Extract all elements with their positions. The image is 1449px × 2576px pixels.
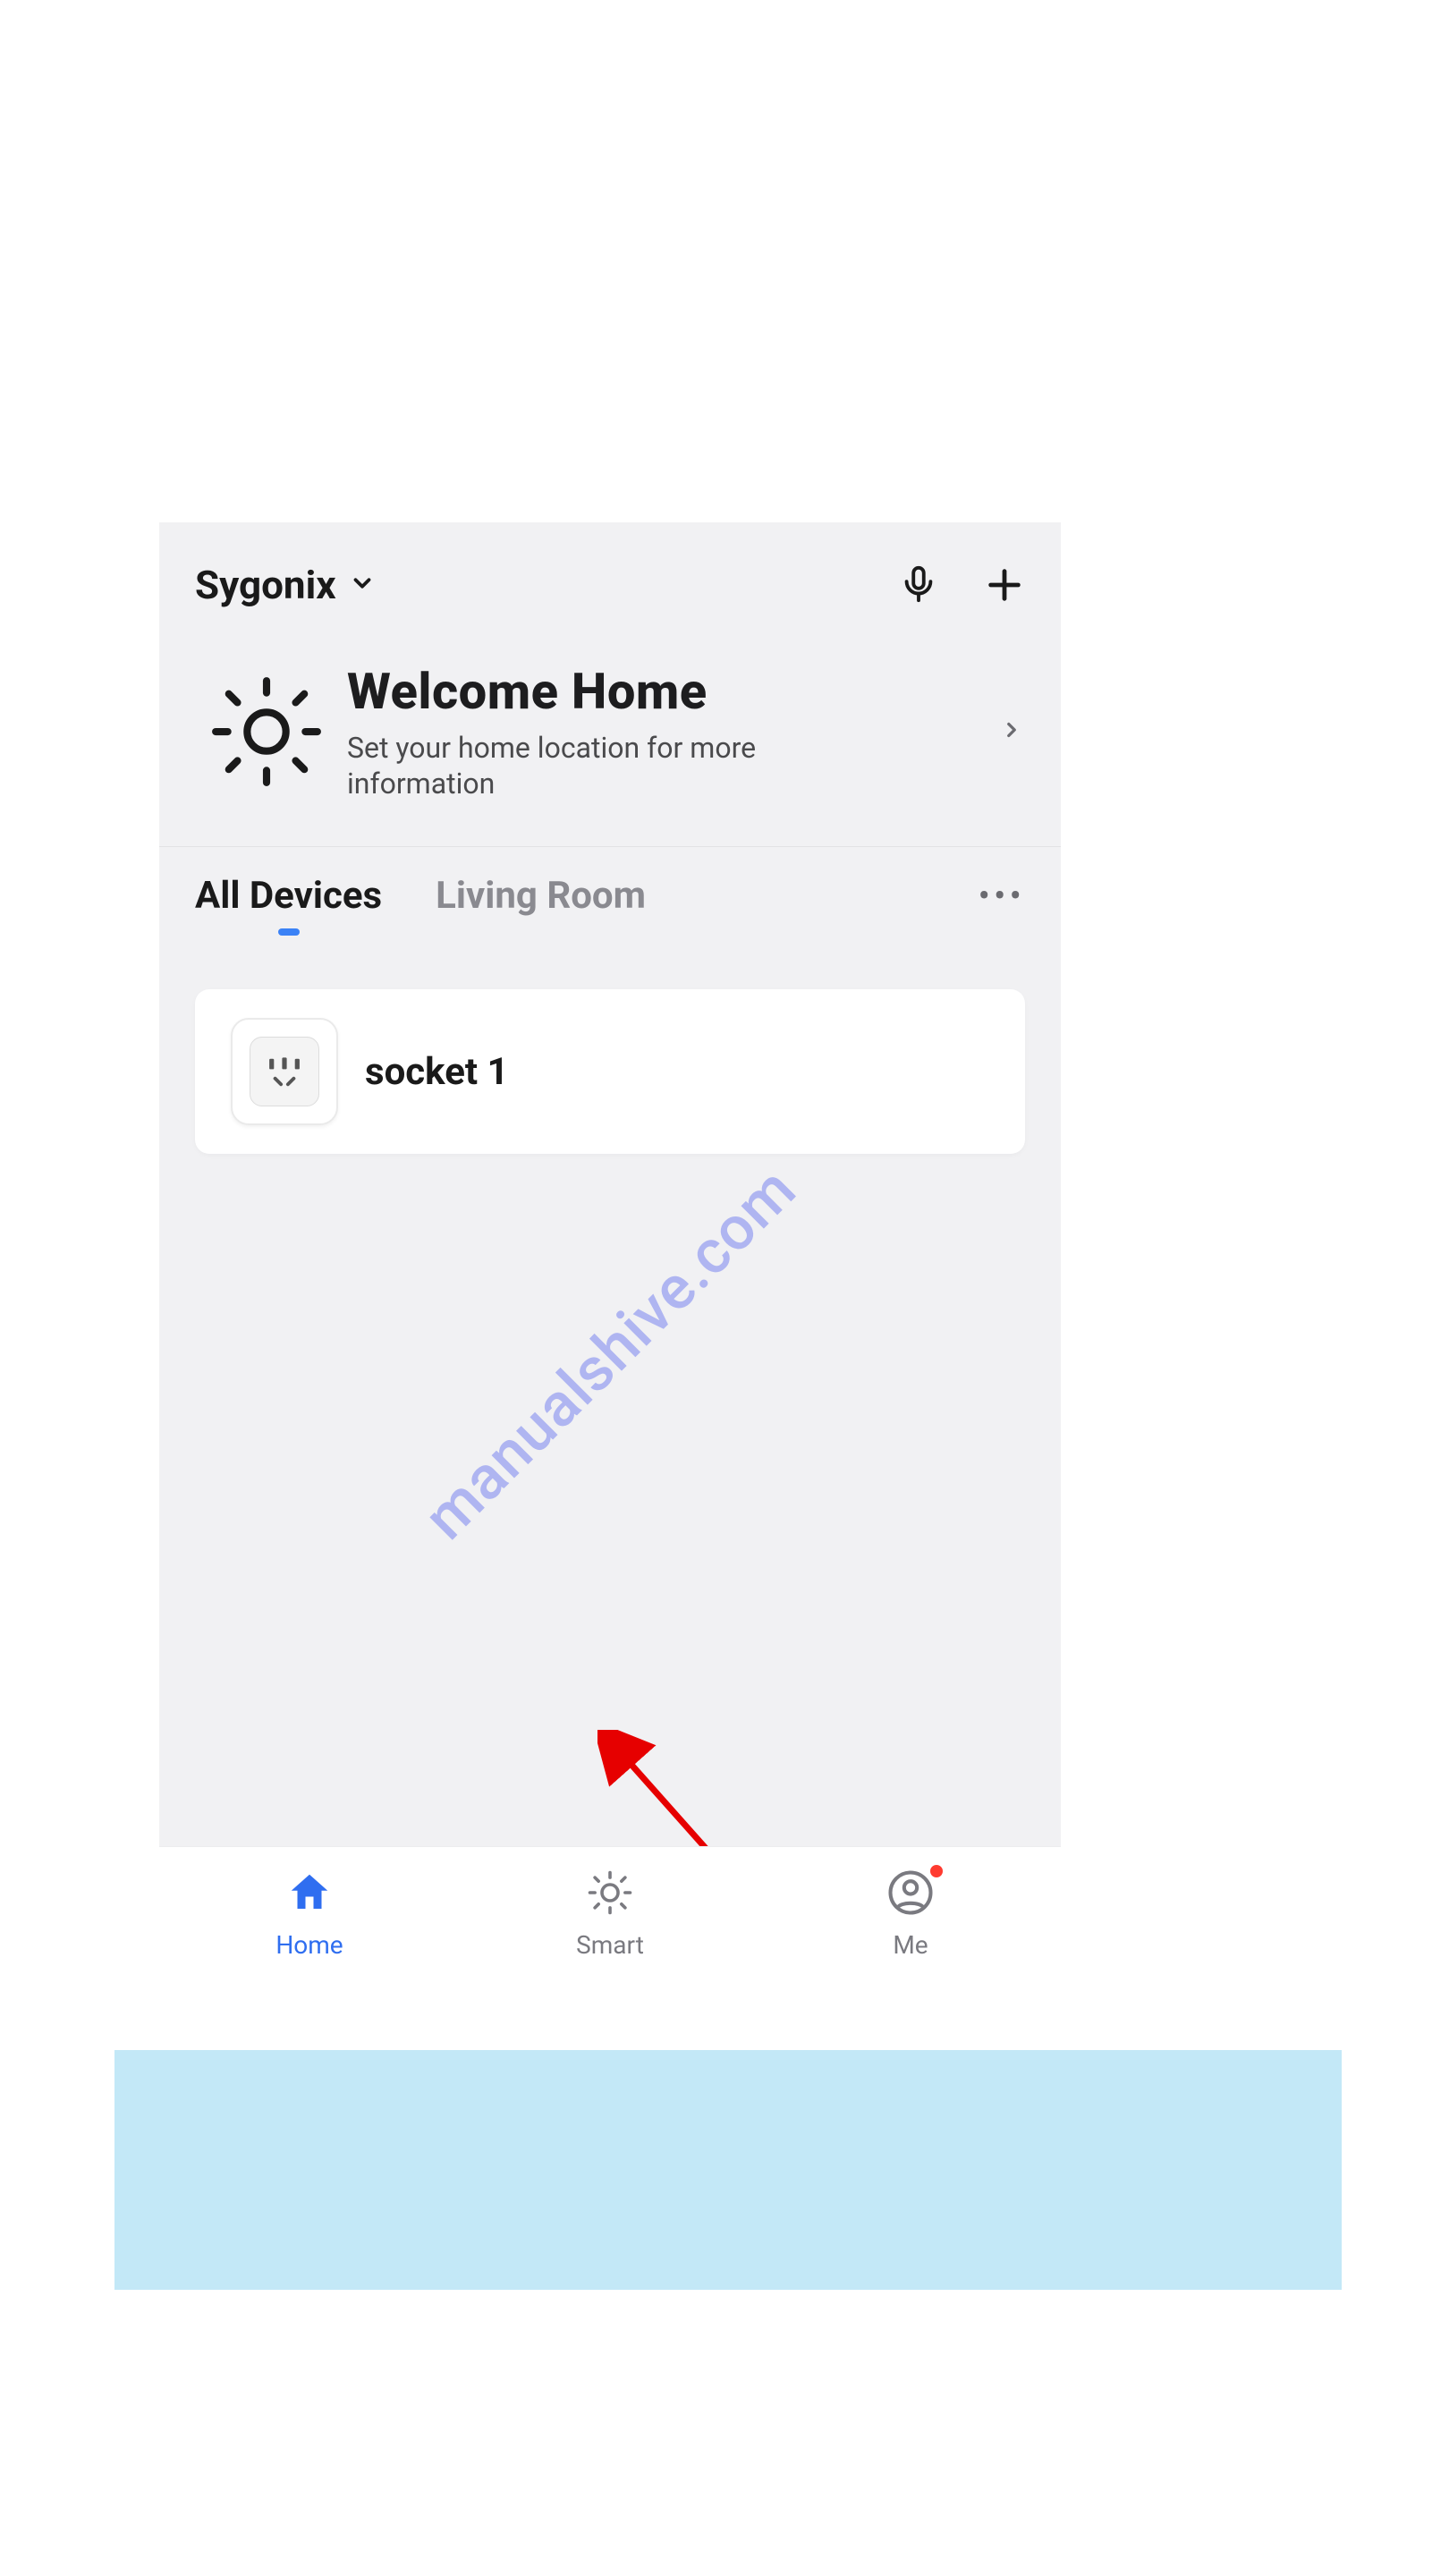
nav-me[interactable]: Me <box>760 1847 1061 1980</box>
device-icon-box <box>231 1018 338 1125</box>
nav-home-label: Home <box>275 1930 343 1960</box>
welcome-subtitle: Set your home location for more informat… <box>347 730 812 801</box>
tab-all-devices[interactable]: All Devices <box>195 874 382 918</box>
home-icon <box>285 1868 334 1923</box>
profile-icon <box>886 1868 935 1923</box>
room-tabs: All Devices Living Room ••• <box>159 847 1061 927</box>
ad-banner-placeholder <box>114 2050 1342 2290</box>
notification-badge-icon <box>928 1863 945 1879</box>
tab-living-room[interactable]: Living Room <box>436 874 646 918</box>
page-root: Sygonix <box>0 0 1449 2576</box>
smart-sun-icon <box>586 1868 634 1923</box>
nav-home[interactable]: Home <box>159 1847 460 1980</box>
chevron-right-icon <box>1000 718 1023 745</box>
nav-smart[interactable]: Smart <box>460 1847 760 1980</box>
top-bar: Sygonix <box>159 522 1061 635</box>
welcome-title: Welcome Home <box>347 662 991 721</box>
chevron-down-icon[interactable] <box>349 570 376 600</box>
device-card-socket-1[interactable]: socket 1 <box>195 989 1025 1154</box>
microphone-icon[interactable] <box>898 564 939 606</box>
phone-frame: Sygonix <box>159 522 1061 1980</box>
more-rooms-icon[interactable]: ••• <box>979 875 1026 917</box>
sun-icon <box>195 674 338 790</box>
add-icon[interactable] <box>984 564 1025 606</box>
socket-icon <box>250 1037 319 1106</box>
watermark-text: manualshive.com <box>410 1153 809 1553</box>
bottom-nav: Home Smart <box>159 1846 1061 1980</box>
welcome-text-block: Welcome Home Set your home location for … <box>338 662 991 801</box>
nav-smart-label: Smart <box>576 1930 644 1960</box>
welcome-banner[interactable]: Welcome Home Set your home location for … <box>159 635 1061 847</box>
device-name-label: socket 1 <box>365 1050 509 1094</box>
home-selector-label[interactable]: Sygonix <box>195 562 336 608</box>
nav-me-label: Me <box>893 1930 928 1960</box>
